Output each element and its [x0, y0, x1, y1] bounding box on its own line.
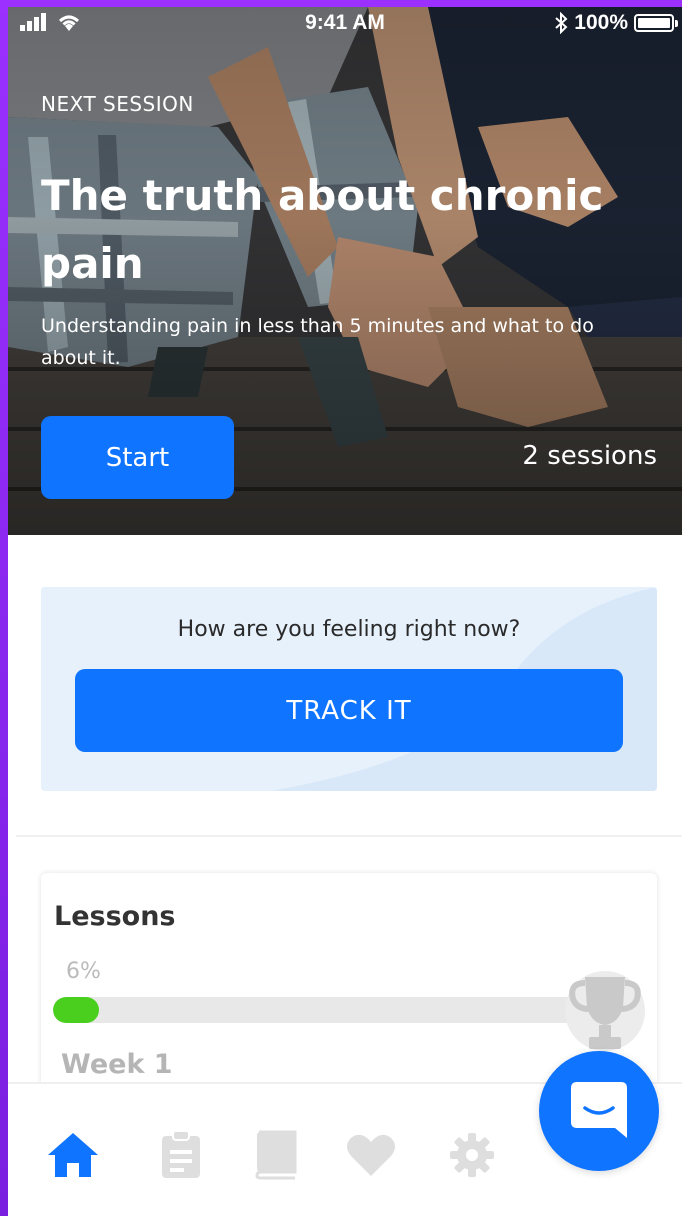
tab-lessons[interactable] [249, 1128, 303, 1182]
tab-settings[interactable] [445, 1128, 499, 1182]
feeling-question: How are you feeling right now? [177, 617, 521, 642]
week-label: Week 1 [61, 1049, 173, 1080]
sessions-count: 2 sessions [522, 441, 657, 471]
book-icon [255, 1130, 297, 1180]
trophy-icon [565, 971, 645, 1051]
app-screen: 9:41 AM 100% NEXT SESSION The truth abou… [8, 7, 682, 1216]
mood-tracker-card: How are you feeling right now? TRACK IT [41, 587, 657, 791]
hero-banner: 9:41 AM 100% NEXT SESSION The truth abou… [8, 7, 682, 535]
lessons-progress-bar [53, 997, 593, 1023]
status-bar: 9:41 AM 100% [8, 7, 682, 41]
lessons-progress-fill [53, 997, 99, 1023]
home-icon [48, 1133, 98, 1177]
status-battery-group: 100% [554, 11, 678, 35]
section-divider [16, 835, 682, 837]
start-button[interactable]: Start [41, 416, 234, 499]
tab-journal[interactable] [154, 1128, 208, 1182]
tab-favorites[interactable] [344, 1128, 398, 1182]
heart-icon [347, 1134, 395, 1176]
battery-percent: 100% [574, 11, 628, 34]
bluetooth-icon [555, 12, 568, 34]
track-it-button[interactable]: TRACK IT [75, 669, 623, 752]
lessons-title: Lessons [54, 901, 176, 932]
frame-left-edge [0, 0, 8, 1216]
lessons-progress-percent: 6% [66, 959, 101, 984]
clipboard-icon [162, 1130, 200, 1178]
battery-icon [634, 14, 678, 32]
chat-bubble-icon [571, 1082, 627, 1138]
chat-button[interactable] [539, 1051, 659, 1171]
frame-top-edge [0, 0, 682, 7]
session-description: Understanding pain in less than 5 minute… [41, 315, 594, 369]
tab-home[interactable] [46, 1128, 100, 1182]
next-session-eyebrow: NEXT SESSION [41, 92, 194, 116]
session-title: The truth about chronic pain [41, 171, 604, 288]
gear-icon [450, 1133, 494, 1177]
